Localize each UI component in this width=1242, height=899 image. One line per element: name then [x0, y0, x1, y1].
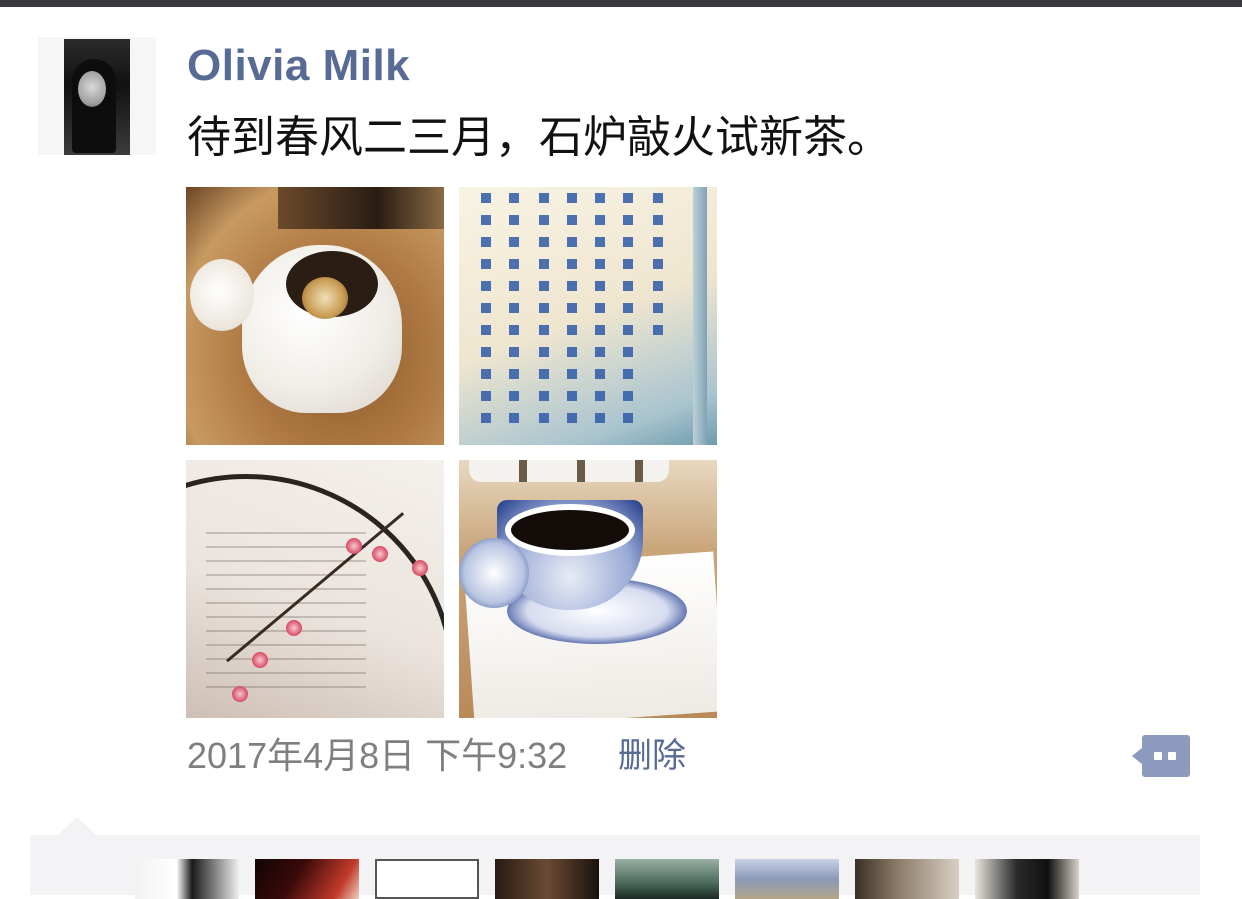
blossom: [412, 560, 428, 576]
liker-avatar[interactable]: [375, 859, 479, 899]
post-timestamp: 2017年4月8日 下午9:32: [187, 735, 568, 776]
top-bar: [0, 0, 1242, 7]
tea-cake: [302, 277, 348, 319]
comment-dot: [1154, 752, 1162, 760]
calligraphy-column: [595, 193, 605, 433]
post-photo-tea-cup[interactable]: [459, 460, 717, 718]
calligraphy-column: [567, 193, 577, 433]
username-link[interactable]: Olivia Milk: [187, 38, 410, 94]
post-text: 待到春风二三月，石炉敲火试新茶。: [187, 112, 891, 163]
liker-avatar[interactable]: [135, 859, 239, 899]
liker-avatar[interactable]: [975, 859, 1079, 899]
background-jars: [469, 460, 669, 482]
blossom: [346, 538, 362, 554]
post-photo-blossom-fan[interactable]: [186, 460, 444, 718]
cup-lid: [459, 538, 529, 608]
tea-liquid: [511, 510, 629, 550]
post-photo-calligraphy[interactable]: [459, 187, 717, 445]
blossom: [252, 652, 268, 668]
paper-edge: [693, 187, 707, 445]
blossom: [232, 686, 248, 702]
liker-avatar[interactable]: [255, 859, 359, 899]
liker-avatar[interactable]: [735, 859, 839, 899]
liker-avatar[interactable]: [855, 859, 959, 899]
likes-panel-arrow: [58, 817, 96, 835]
comment-dot: [1168, 752, 1176, 760]
calligraphy-column: [623, 193, 633, 433]
fan-rim: [186, 474, 444, 718]
liker-avatar[interactable]: [615, 859, 719, 899]
comment-button-body: [1142, 735, 1190, 777]
photo-background-detail: [278, 187, 444, 229]
calligraphy-column: [539, 193, 549, 433]
blossom: [372, 546, 388, 562]
jar-lid: [190, 259, 254, 331]
blossom: [286, 620, 302, 636]
calligraphy-column: [481, 193, 491, 433]
user-avatar[interactable]: [38, 37, 156, 155]
avatar-face: [78, 71, 106, 107]
calligraphy-column: [653, 193, 663, 343]
delete-link[interactable]: 删除: [618, 734, 686, 778]
post-photo-tea-jar[interactable]: [186, 187, 444, 445]
comment-button[interactable]: [1132, 735, 1190, 777]
calligraphy-column: [509, 193, 519, 433]
liker-avatar[interactable]: [495, 859, 599, 899]
